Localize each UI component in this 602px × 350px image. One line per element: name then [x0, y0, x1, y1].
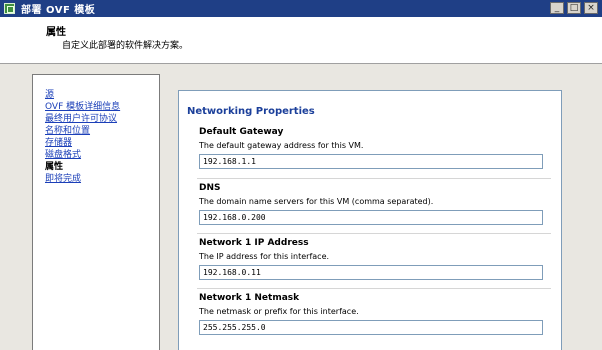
dns-field: DNS The domain name servers for this VM …: [199, 183, 551, 225]
network1-netmask-input[interactable]: 255.255.255.0: [199, 320, 543, 335]
properties-panel: Networking Properties Default Gateway Th…: [178, 90, 562, 350]
network1-netmask-field: Network 1 Netmask The netmask or prefix …: [199, 293, 551, 335]
field-description: The netmask or prefix for this interface…: [199, 307, 359, 316]
default-gateway-field: Default Gateway The default gateway addr…: [199, 127, 551, 169]
dns-input[interactable]: 192.168.0.200: [199, 210, 543, 225]
field-divider: [197, 288, 551, 289]
wizard-header: 属性 自定义此部署的软件解决方案。: [0, 17, 602, 64]
field-divider: [197, 233, 551, 234]
field-divider: [197, 178, 551, 179]
field-description: The default gateway address for this VM.: [199, 141, 364, 150]
nav-step-ready-to-complete[interactable]: 即将完成: [45, 171, 81, 184]
close-button[interactable]: ×: [584, 2, 598, 14]
wizard-body: 源 OVF 模板详细信息 最终用户许可协议 名称和位置 存储器 磁盘格式 属性 …: [0, 64, 602, 350]
maximize-button[interactable]: □: [567, 2, 581, 14]
field-description: The IP address for this interface.: [199, 252, 330, 261]
field-label: Network 1 IP Address: [199, 238, 309, 248]
window-title: 部署 OVF 模板: [21, 5, 96, 16]
deploy-ovf-window: 部署 OVF 模板 _ □ × 属性 自定义此部署的软件解决方案。 源 OVF …: [0, 0, 602, 350]
network1-ip-field: Network 1 IP Address The IP address for …: [199, 238, 551, 280]
app-icon: [4, 3, 15, 14]
minimize-button[interactable]: _: [550, 2, 564, 14]
field-label: Default Gateway: [199, 127, 284, 137]
field-label: DNS: [199, 183, 221, 193]
wizard-steps-nav: 源 OVF 模板详细信息 最终用户许可协议 名称和位置 存储器 磁盘格式 属性 …: [32, 74, 160, 350]
network1-ip-input[interactable]: 192.168.0.11: [199, 265, 543, 280]
page-subtitle: 自定义此部署的软件解决方案。: [62, 41, 189, 51]
field-description: The domain name servers for this VM (com…: [199, 197, 434, 206]
page-title: 属性: [46, 27, 66, 38]
default-gateway-input[interactable]: 192.168.1.1: [199, 154, 543, 169]
window-controls: _ □ ×: [550, 2, 598, 14]
field-label: Network 1 Netmask: [199, 293, 300, 303]
title-bar[interactable]: 部署 OVF 模板 _ □ ×: [0, 0, 602, 17]
section-title: Networking Properties: [187, 106, 315, 117]
